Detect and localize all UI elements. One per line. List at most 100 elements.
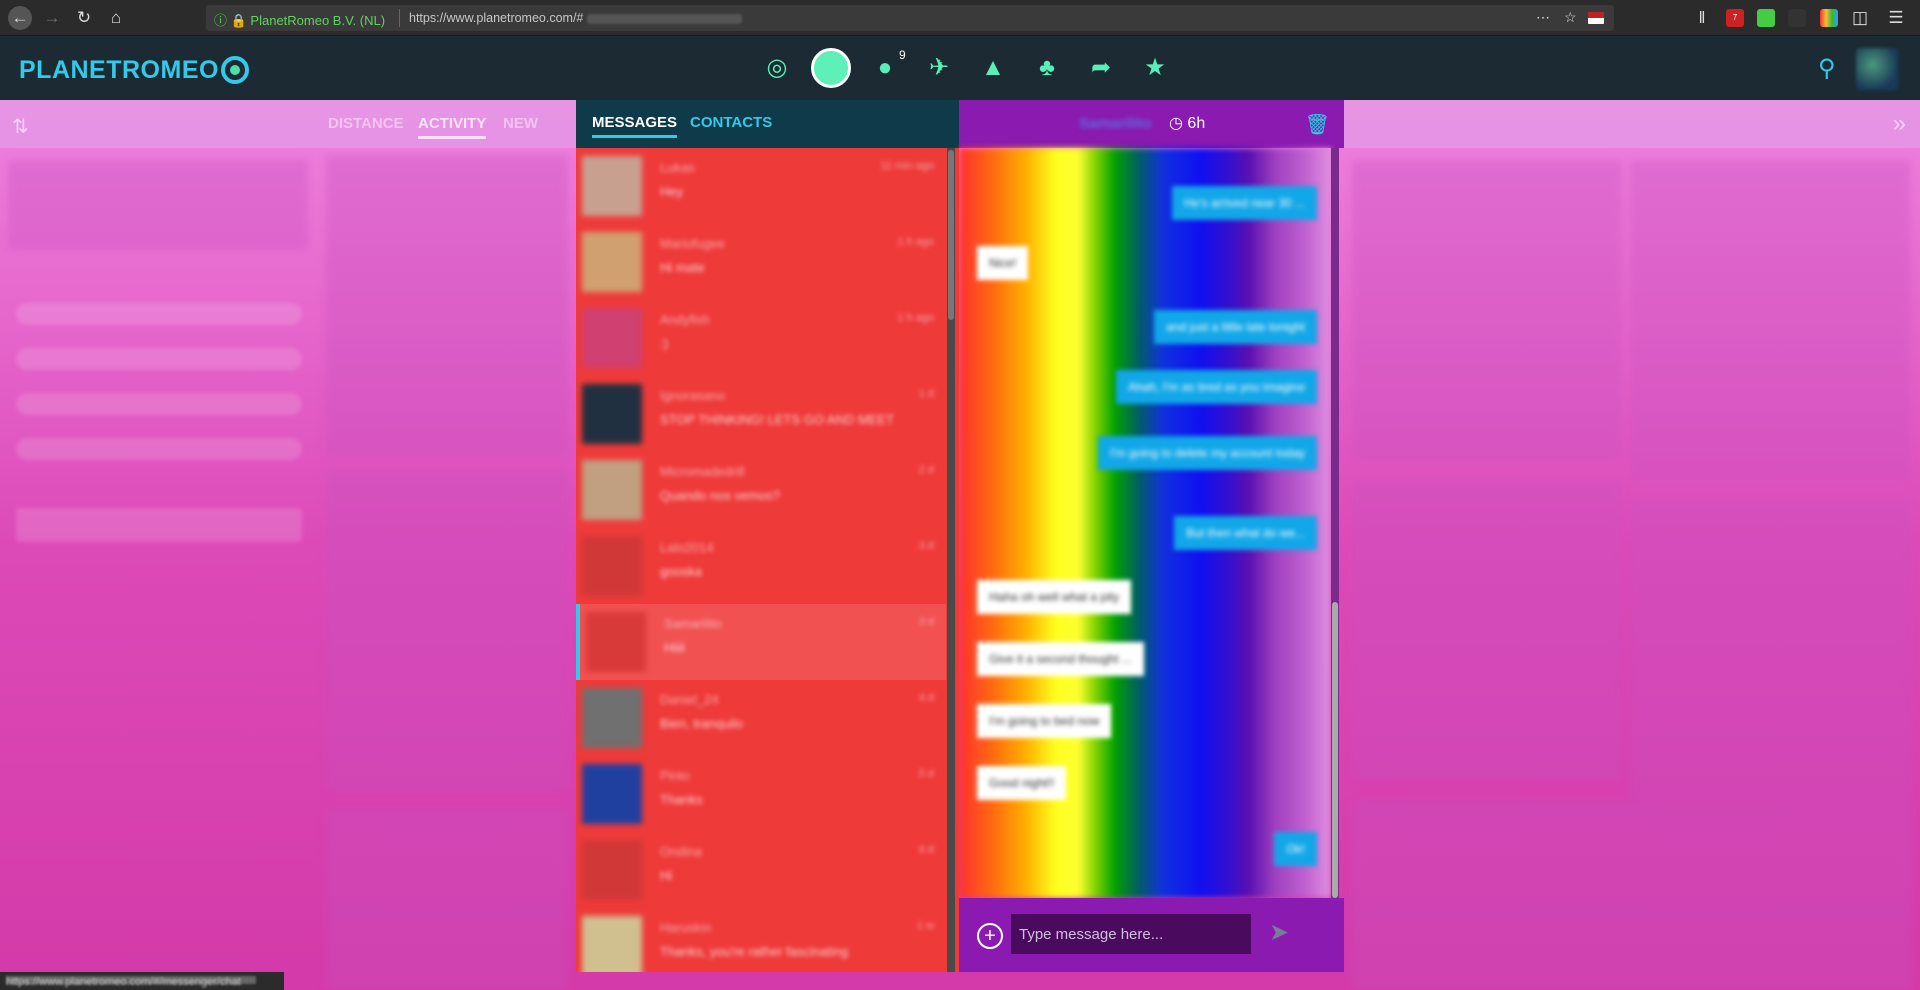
reload-icon[interactable]: ↻ (72, 6, 96, 30)
page-actions-icon[interactable]: ⋯ (1536, 9, 1550, 26)
messages-bubble-icon[interactable] (811, 48, 851, 88)
clock-icon: ◷ (1169, 115, 1183, 132)
menu-hamburger-icon[interactable]: ☰ (1884, 6, 1908, 30)
chat-scrollbar[interactable] (1331, 148, 1339, 898)
messages-header: MESSAGES CONTACTS (576, 100, 959, 148)
chat-header: Samarilito ◷ 6h 🗑 (959, 100, 1344, 148)
conversation-avatar (582, 916, 642, 972)
conversation-item[interactable]: Mariofugee Hi mate 1 h ago (576, 224, 946, 300)
conversation-item[interactable]: Lalo2014 gooska 3 d (576, 528, 946, 604)
conversation-scrollbar[interactable] (947, 148, 955, 972)
logo-text-romeo: ROMEO (122, 56, 219, 84)
conversation-name: Haruskin (660, 920, 712, 935)
sliders-icon[interactable]: ⇅ (12, 114, 29, 139)
conversation-snippet: Bien, tranquilo (660, 716, 744, 731)
conversation-time: 11 min ago (880, 160, 934, 172)
conversation-name: Ondina (660, 844, 702, 859)
conversation-snippet: Quando nos vemos? (660, 488, 780, 503)
outgoing-message: He's arrived near 30 ... (1171, 186, 1317, 220)
conversation-item[interactable]: Daniel_24 Bien, tranquilo 4 d (576, 680, 946, 756)
tab-contacts[interactable]: CONTACTS (690, 114, 772, 131)
conversation-item[interactable]: Haruskin Thanks, you're rather fascinatin… (576, 908, 946, 972)
urlbar-divider (399, 9, 400, 27)
conversation-snippet: :) (660, 336, 668, 351)
site-identity[interactable]: ⓘ 🔒 PlanetRomeo B.V. (NL) (214, 10, 385, 29)
site-identity-label: PlanetRomeo B.V. (NL) (250, 13, 386, 28)
conversation-snippet: STOP THINKING! LETS GO AND MEET (660, 412, 895, 427)
back-icon[interactable]: ← (8, 6, 32, 30)
app-header: PLANETROMEO ◎ ● 9 ✈ ▲ ♣ ➦ ★ ⚲ (0, 36, 1920, 100)
extension-dark-icon[interactable] (1788, 9, 1806, 27)
conversation-time: 4 d (918, 692, 934, 704)
conversation-item[interactable]: Lukas Hey 11 min ago (576, 148, 946, 224)
travel-globe-icon[interactable]: ✈ (924, 53, 954, 83)
blurred-pill (16, 348, 302, 370)
conversation-avatar (582, 384, 642, 444)
home-icon[interactable]: ⌂ (104, 6, 128, 30)
url-value: https://www.planetromeo.com/# (409, 11, 584, 25)
conversation-item[interactable]: Micromadedrill Quando nos vemos? 2 d (576, 452, 946, 528)
conversation-snippet: Hey (660, 184, 684, 199)
conversation-avatar (582, 536, 642, 596)
bookmark-star-icon[interactable]: ☆ (1564, 9, 1577, 26)
sidebar-toggle-icon[interactable]: ◫ (1848, 6, 1872, 30)
conversation-avatar (582, 232, 642, 292)
extension-s-icon[interactable] (1820, 9, 1838, 27)
planetromeo-logo[interactable]: PLANETROMEO (19, 56, 249, 85)
logo-ring-icon (220, 56, 249, 84)
tab-new[interactable]: NEW (503, 115, 538, 132)
conversation-snippet: gooska (660, 564, 702, 579)
search-icon[interactable]: ⚲ (1818, 54, 1836, 83)
tab-activity[interactable]: ACTIVITY (418, 115, 487, 139)
radar-icon[interactable]: ◎ (762, 53, 792, 83)
conversation-time: 5 d (918, 768, 934, 780)
conversation-scrollbar-thumb[interactable] (948, 150, 954, 320)
incoming-message: Good night!! (977, 766, 1067, 800)
message-input[interactable] (1011, 914, 1251, 954)
user-avatar[interactable] (1856, 48, 1898, 90)
incoming-message: I'm going to bed now (977, 704, 1112, 738)
hot-icon[interactable]: ▲ (978, 53, 1008, 83)
filter-bar: ⇅ DISTANCE ACTIVITY NEW (0, 100, 576, 148)
conversation-time: 2 d (918, 464, 934, 476)
tab-messages[interactable]: MESSAGES (592, 114, 678, 138)
blurred-profile-tile (1352, 480, 1622, 780)
chat-compose-bar: + ➤ (959, 898, 1344, 972)
conversation-item[interactable]: Andyfish:) 1 h ago (576, 300, 946, 376)
conversation-time: 1 h ago (897, 236, 934, 248)
logo-text-planet: PLANET (19, 56, 122, 84)
conversation-item[interactable]: Samarilito Hiiii 3 d (576, 604, 946, 680)
flag-icon[interactable] (1588, 12, 1604, 24)
expand-chevron-icon[interactable]: » (1893, 110, 1906, 138)
cherry-icon[interactable]: ♣ (1032, 53, 1062, 83)
chat-partner-name[interactable]: Samarilito (1079, 115, 1152, 132)
conversation-snippet: Hi (660, 868, 673, 883)
favorites-star-icon[interactable]: ★ (1140, 53, 1170, 83)
conversation-time: 1 w (916, 920, 934, 932)
chat-message-area: He's arrived near 30 ... Nice! and just a … (959, 148, 1331, 898)
conversation-item[interactable]: Ignorasano STOP THINKING! LETS GO AND MEE… (576, 376, 946, 452)
conversation-time: 3 d (918, 540, 934, 552)
outgoing-message: But then what do we... (1174, 516, 1317, 550)
ublock-icon[interactable]: 7 (1726, 9, 1744, 27)
trash-icon[interactable]: 🗑 (1305, 112, 1330, 137)
discover-icon[interactable]: ➦ (1086, 53, 1116, 83)
send-icon[interactable]: ➤ (1269, 918, 1289, 947)
conversation-snippet: Hi mate (660, 260, 705, 275)
url-bar[interactable]: ⓘ 🔒 PlanetRomeo B.V. (NL) https://www.pl… (206, 5, 1614, 31)
conversation-name: Lalo2014 (660, 540, 714, 555)
browser-toolbar: ← → ↻ ⌂ ⓘ 🔒 PlanetRomeo B.V. (NL) https:… (0, 0, 1920, 36)
chat-scrollbar-thumb[interactable] (1332, 602, 1338, 898)
extension-green-icon[interactable] (1757, 9, 1775, 27)
conversation-name: Pinto (660, 768, 690, 783)
outgoing-message: and just a little late tonight (1154, 310, 1317, 344)
conversation-item[interactable]: Ondina Hi 6 d (576, 832, 946, 908)
tab-distance[interactable]: DISTANCE (328, 115, 404, 132)
add-attachment-icon[interactable]: + (977, 923, 1003, 949)
forward-icon[interactable]: → (40, 6, 64, 30)
conversation-item[interactable]: Pinto Thanks 5 d (576, 756, 946, 832)
right-panel-bar: » (1344, 100, 1920, 148)
library-icon[interactable]: ‖ (1690, 6, 1714, 30)
blurred-profile-tile (326, 156, 568, 456)
conversation-time: 1 d (918, 388, 934, 400)
